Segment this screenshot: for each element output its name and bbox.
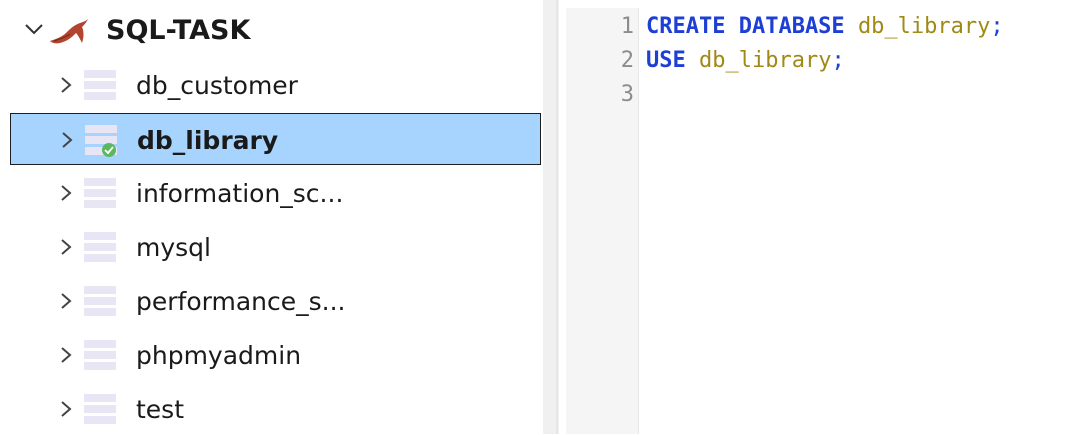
sql-keyword: USE xyxy=(646,48,686,73)
connection-label: SQL-TASK xyxy=(106,15,251,46)
sql-identifier: db_library xyxy=(699,48,832,73)
database-node[interactable]: test xyxy=(10,383,541,435)
database-label: db_customer xyxy=(136,71,298,100)
chevron-right-icon[interactable] xyxy=(59,129,75,151)
line-number: 3 xyxy=(620,82,634,107)
database-icon xyxy=(84,70,116,100)
database-icon xyxy=(84,286,116,316)
database-label: test xyxy=(136,395,185,424)
database-icon xyxy=(84,178,116,208)
database-node[interactable]: db_customer xyxy=(10,59,541,111)
database-node[interactable]: db_library xyxy=(10,113,541,165)
chevron-right-icon[interactable] xyxy=(58,344,74,366)
database-label: information_sc... xyxy=(136,179,344,208)
database-node[interactable]: performance_s... xyxy=(10,275,541,327)
code-line: USE db_library; xyxy=(646,48,845,82)
sql-punctuation: ; xyxy=(990,14,1004,39)
chevron-right-icon[interactable] xyxy=(58,398,74,420)
database-navigator-tree: SQL-TASK db_customer db_library informatio… xyxy=(0,0,545,434)
database-node[interactable]: information_sc... xyxy=(10,167,541,219)
chevron-right-icon[interactable] xyxy=(58,182,74,204)
line-number: 2 xyxy=(620,48,634,73)
mysql-dolphin-icon xyxy=(50,19,88,44)
database-label: phpmyadmin xyxy=(136,341,302,370)
database-icon xyxy=(84,340,116,370)
chevron-right-icon[interactable] xyxy=(58,290,74,312)
database-label: db_library xyxy=(137,126,279,155)
sql-keyword: CREATE DATABASE xyxy=(646,14,845,39)
line-number: 1 xyxy=(620,14,634,39)
database-icon xyxy=(85,125,117,157)
panel-splitter[interactable] xyxy=(543,0,559,434)
database-label: mysql xyxy=(136,233,211,262)
sql-punctuation: ; xyxy=(831,48,845,73)
code-line: CREATE DATABASE db_library; xyxy=(646,14,1004,48)
database-icon xyxy=(84,394,116,424)
database-node[interactable]: mysql xyxy=(10,221,541,273)
chevron-right-icon[interactable] xyxy=(58,74,74,96)
connection-node-sql-task[interactable]: SQL-TASK xyxy=(0,5,545,57)
database-node[interactable]: phpmyadmin xyxy=(10,329,541,381)
database-label: performance_s... xyxy=(136,287,346,316)
sql-identifier: db_library xyxy=(857,14,991,39)
database-icon xyxy=(84,232,116,262)
chevron-right-icon[interactable] xyxy=(58,236,74,258)
chevron-down-icon[interactable] xyxy=(22,17,46,41)
